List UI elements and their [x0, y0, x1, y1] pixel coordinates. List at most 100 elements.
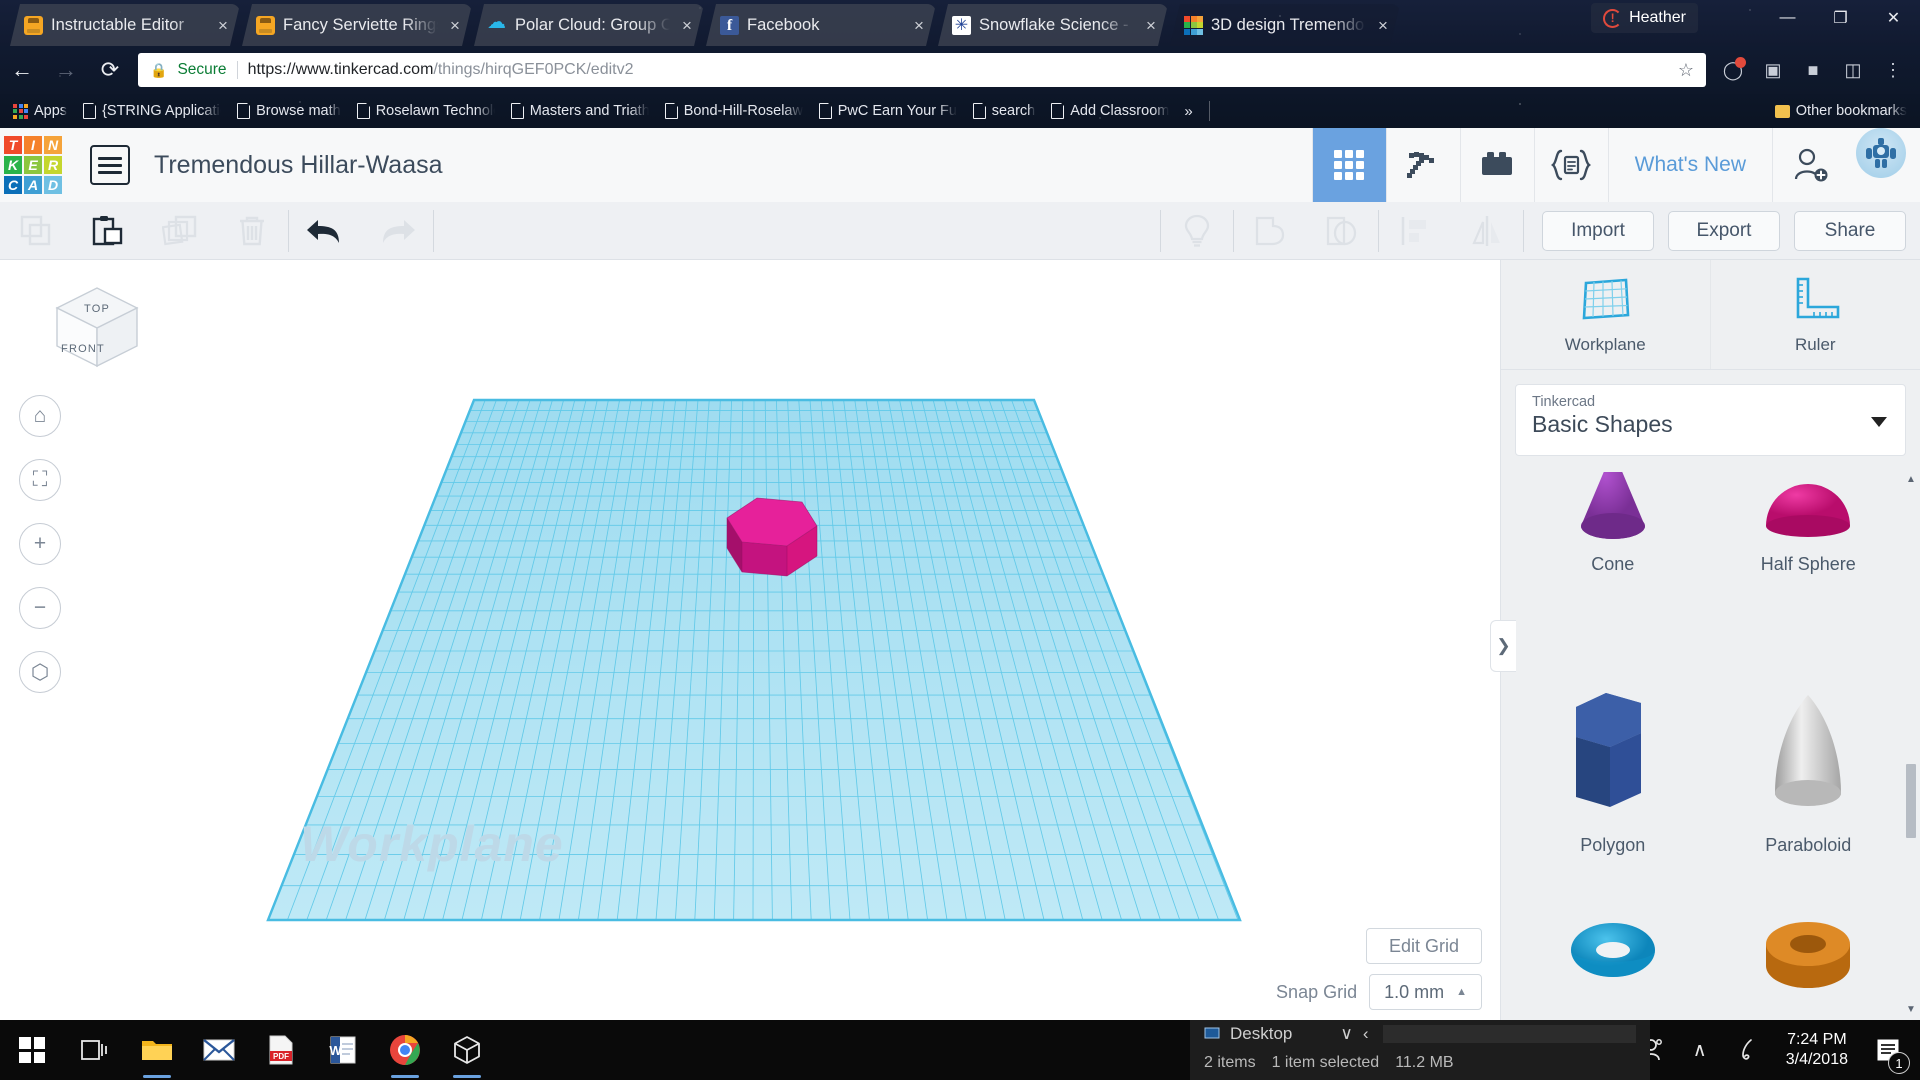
close-window-button[interactable]: ✕ — [1867, 0, 1920, 36]
action-center-icon[interactable]: 1 — [1864, 1020, 1912, 1080]
bookmark-item[interactable]: PwC Earn Your Future — [812, 100, 964, 122]
collapse-panel-handle[interactable]: ❯ — [1490, 620, 1516, 672]
browser-tab[interactable]: Snowflake Science - × — [938, 4, 1168, 46]
tinkercad-logo[interactable]: T I N K E R C A D — [4, 136, 62, 194]
bookmark-item[interactable]: search — [966, 100, 1043, 122]
redo-arrow-icon[interactable] — [361, 202, 433, 260]
browser-tab[interactable]: Fancy Serviette Rings × — [242, 4, 472, 46]
shape-item-paraboloid[interactable]: Paraboloid — [1711, 677, 1907, 882]
view-cube[interactable]: TOP FRONT — [45, 280, 149, 375]
tab-close-button[interactable]: × — [1142, 17, 1160, 34]
tab-close-button[interactable]: × — [678, 17, 696, 34]
chevron-down-icon[interactable]: ∨ — [1340, 1024, 1352, 1044]
tab-close-button[interactable]: × — [214, 17, 232, 34]
minecraft-pickaxe-icon[interactable] — [1385, 128, 1460, 202]
ungroup-icon[interactable] — [1306, 202, 1378, 260]
shape-item-tube[interactable]: Tube — [1711, 882, 1907, 1020]
browser-tab[interactable]: Instructable Editor × — [10, 4, 240, 46]
shape-item-polygon[interactable]: Polygon — [1515, 677, 1711, 882]
chrome-menu-icon[interactable]: ⋮ — [1874, 51, 1912, 89]
trash-icon[interactable] — [216, 202, 288, 260]
back-button[interactable]: ← — [0, 48, 44, 92]
snap-grid-select[interactable]: 1.0 mm ▲ — [1369, 974, 1482, 1010]
restore-button[interactable]: ❐ — [1814, 0, 1867, 36]
windows-start-icon[interactable] — [0, 1020, 64, 1080]
bookmark-item[interactable]: {STRING Application — [76, 100, 228, 122]
cast-icon[interactable]: ◯ — [1714, 51, 1752, 89]
ruler-tool[interactable]: Ruler — [1711, 260, 1920, 369]
bookmark-apps[interactable]: Apps — [6, 100, 74, 122]
reload-button[interactable]: ⟳ — [88, 48, 132, 92]
screenshot-icon[interactable]: ▣ — [1754, 51, 1792, 89]
pen-icon[interactable] — [1726, 1020, 1770, 1080]
shape-item-torus[interactable]: Torus — [1515, 882, 1711, 1020]
show-hidden-icons-chevron[interactable]: ∧ — [1678, 1020, 1722, 1080]
zoom-in-button[interactable]: + — [19, 523, 61, 565]
polygon-shape[interactable] — [712, 488, 832, 603]
browser-tab-active[interactable]: 3D design Tremendo × — [1170, 4, 1400, 46]
folder-icon[interactable] — [126, 1020, 188, 1080]
bookmark-item[interactable]: Browse math — [230, 100, 348, 122]
tab-close-button[interactable]: × — [910, 17, 928, 34]
forward-button[interactable]: → — [44, 48, 88, 92]
bookmark-item[interactable]: Add Classroom — [1044, 100, 1176, 122]
word-icon[interactable]: W — [312, 1020, 374, 1080]
workplane-tool[interactable]: Workplane — [1501, 260, 1711, 369]
bookmarks-overflow-button[interactable]: » — [1178, 103, 1198, 120]
bookmark-item[interactable]: Masters and Triathlo — [504, 100, 656, 122]
whats-new-button[interactable]: What's New — [1607, 128, 1772, 202]
explorer-path-field[interactable] — [1382, 1025, 1636, 1043]
taskbar-clock[interactable]: 7:24 PM 3/4/2018 — [1774, 1030, 1860, 1070]
tab-close-button[interactable]: × — [446, 17, 464, 34]
design-list-button[interactable] — [90, 145, 130, 185]
minimize-button[interactable]: — — [1761, 0, 1814, 36]
bookmark-other-folder[interactable]: Other bookmarks — [1768, 100, 1914, 122]
tab-close-button[interactable]: × — [1374, 17, 1392, 34]
import-button[interactable]: Import — [1542, 210, 1654, 251]
lightbulb-icon[interactable] — [1161, 202, 1233, 260]
explorer-back-button[interactable]: ‹ — [1363, 1024, 1369, 1044]
shape-item-half-sphere[interactable]: Half Sphere — [1711, 472, 1907, 677]
scroll-up-button[interactable]: ▲ — [1905, 472, 1917, 486]
bookmark-star-icon[interactable]: ☆ — [1678, 60, 1694, 81]
mirror-icon[interactable] — [1451, 202, 1523, 260]
pdf-icon[interactable]: PDF — [250, 1020, 312, 1080]
paste-button[interactable] — [72, 202, 144, 260]
zoom-out-button[interactable]: − — [19, 587, 61, 629]
browser-tab[interactable]: Polar Cloud: Group C × — [474, 4, 704, 46]
scrollbar-thumb[interactable] — [1906, 764, 1916, 838]
bookmark-item[interactable]: Bond-Hill-Roselawn- — [658, 100, 810, 122]
copy-button[interactable] — [0, 202, 72, 260]
ortho-perspective-button[interactable]: ⬡ — [19, 651, 61, 693]
group-icon[interactable] — [1234, 202, 1306, 260]
duplicate-button[interactable] — [144, 202, 216, 260]
browser-tab[interactable]: f Facebook × — [706, 4, 936, 46]
align-icon[interactable] — [1379, 202, 1451, 260]
editor-toolbar: Import Export Share — [0, 202, 1920, 260]
shape-library-select[interactable]: Tinkercad Basic Shapes — [1515, 384, 1906, 456]
lego-brick-icon[interactable] — [1459, 128, 1534, 202]
grid-icon[interactable] — [1311, 128, 1386, 202]
chrome-icon[interactable] — [374, 1020, 436, 1080]
cube-icon[interactable] — [436, 1020, 498, 1080]
chrome-profile-button[interactable]: ! Heather — [1591, 3, 1698, 33]
undo-arrow-icon[interactable] — [289, 202, 361, 260]
bookmark-item[interactable]: Roselawn Technolog — [350, 100, 502, 122]
scroll-down-button[interactable]: ▼ — [1905, 1002, 1917, 1016]
mail-icon[interactable] — [188, 1020, 250, 1080]
home-view-button[interactable]: ⌂ — [19, 395, 61, 437]
shape-item-cone[interactable]: Cone — [1515, 472, 1711, 677]
codeblocks-icon[interactable] — [1533, 128, 1608, 202]
fit-view-button[interactable]: ⛶ — [19, 459, 61, 501]
add-person-icon[interactable] — [1772, 128, 1846, 202]
3d-canvas[interactable]: Workplane TOP FRONT ⌂ ⛶ + − ⬡ Edit Grid … — [0, 260, 1500, 1020]
shapes-scrollbar[interactable]: ▲ ▼ — [1905, 472, 1917, 1016]
export-button[interactable]: Export — [1668, 210, 1780, 251]
edit-grid-button[interactable]: Edit Grid — [1365, 928, 1482, 964]
address-bar[interactable]: 🔒 Secure https://www.tinkercad.com/thing… — [138, 53, 1706, 87]
task-view-icon[interactable] — [64, 1020, 126, 1080]
list-icon[interactable]: ◫ — [1834, 51, 1872, 89]
avatar[interactable] — [1856, 128, 1906, 178]
share-button[interactable]: Share — [1794, 210, 1906, 251]
puzzle-icon[interactable]: ■ — [1794, 51, 1832, 89]
